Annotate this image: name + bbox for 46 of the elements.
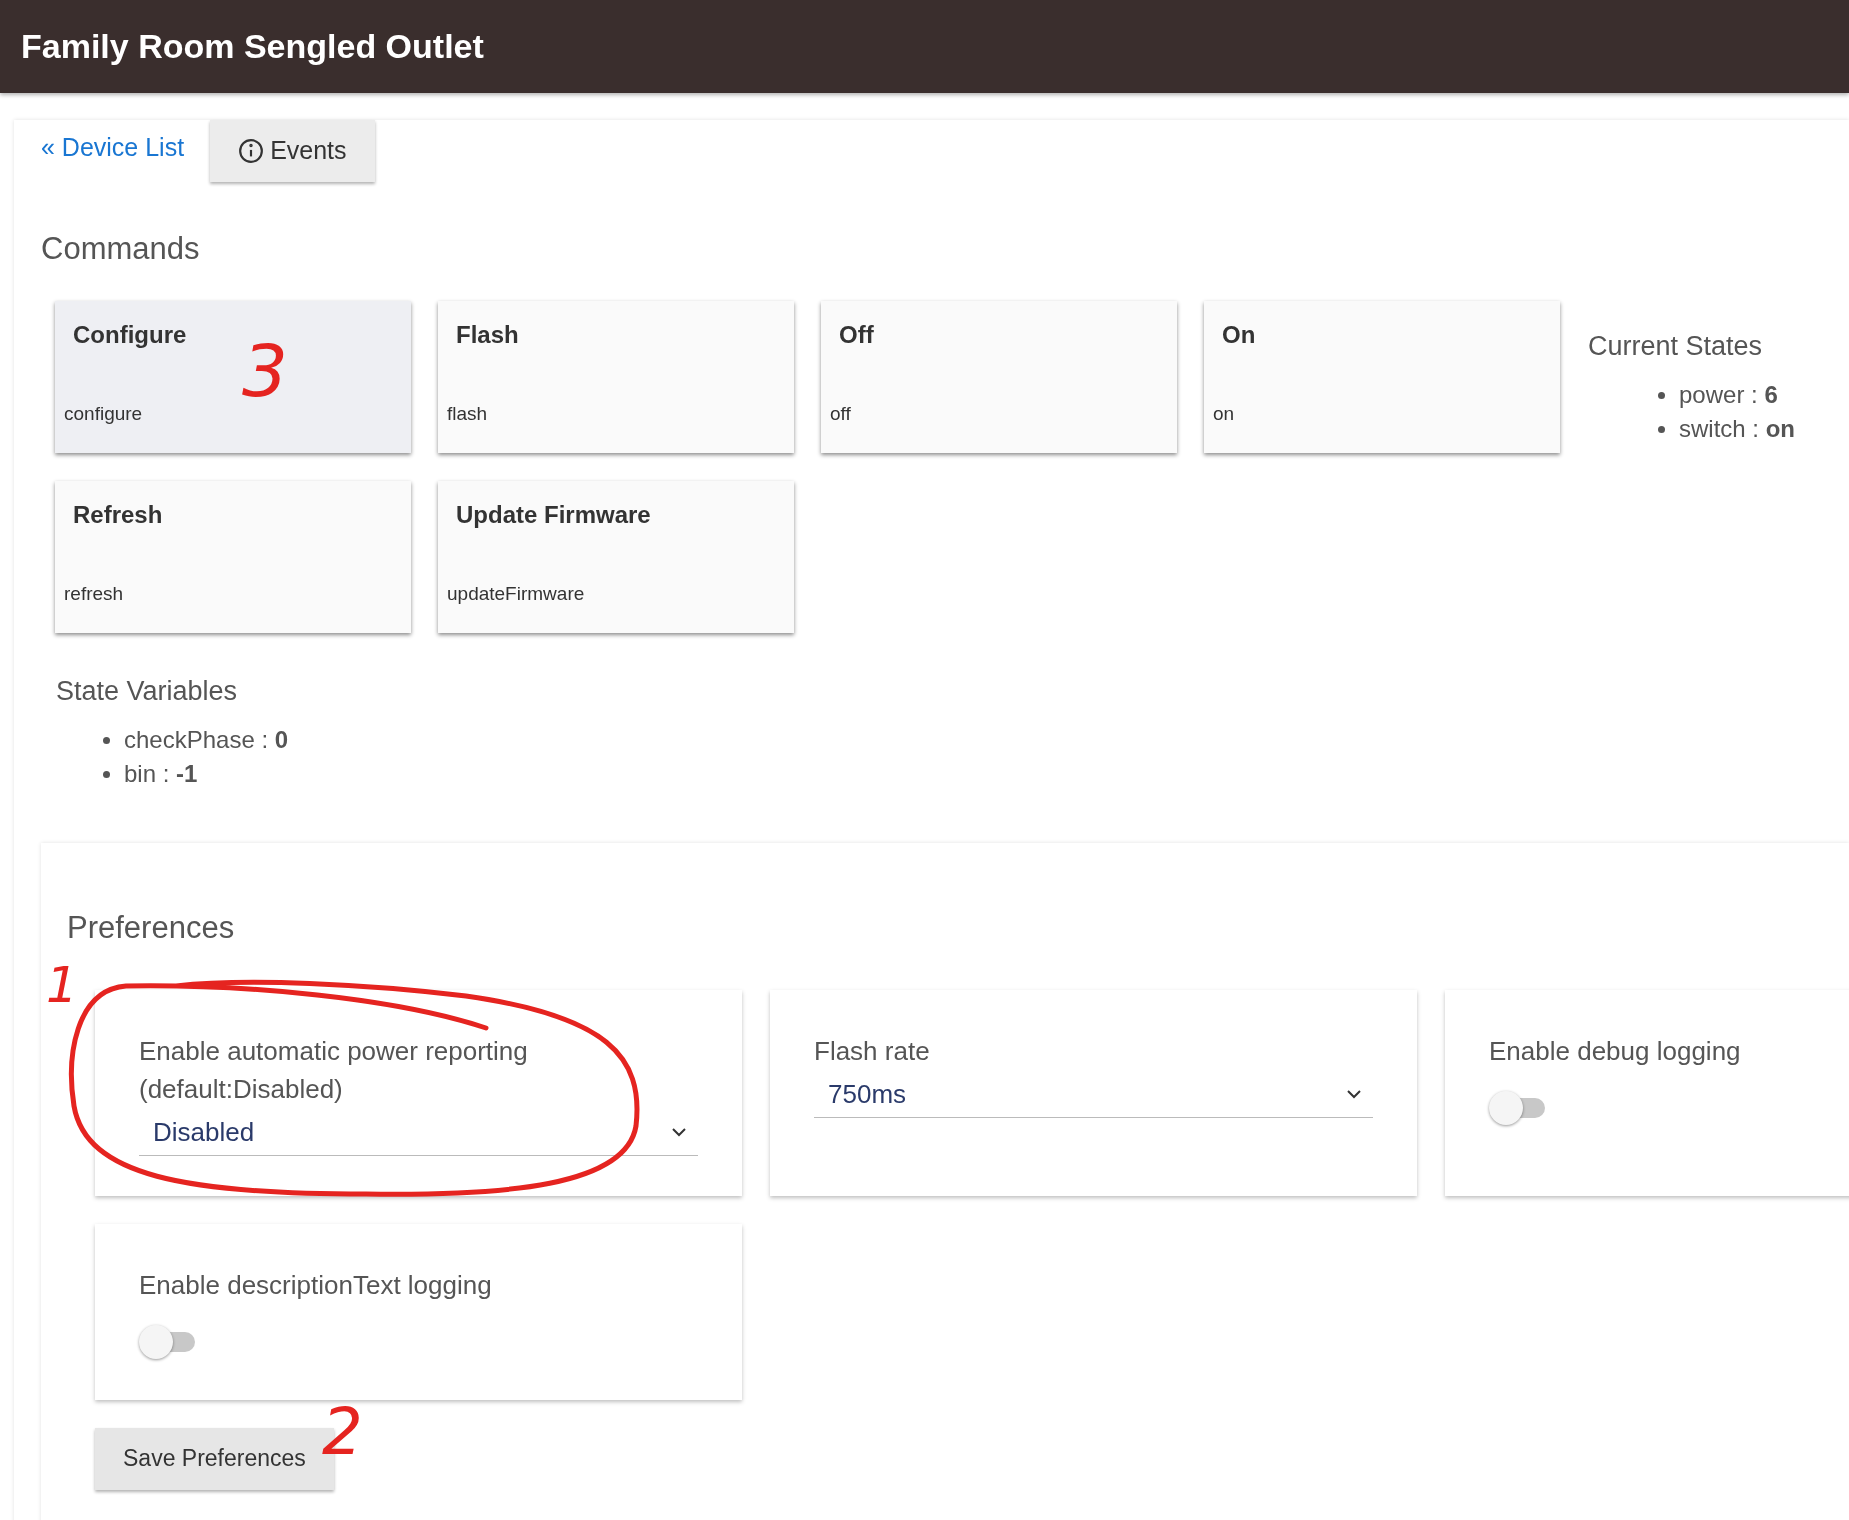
bullet-icon [1658,425,1665,433]
annotation-number: 1 [46,960,78,1010]
dropdown-value: Disabled [153,1115,255,1149]
command-name: on [1212,402,1235,426]
state-item: bin : -1 [124,759,198,789]
command-name: refresh [63,582,124,606]
bullet-icon [1658,391,1665,399]
chevron-down-icon [1345,1088,1363,1100]
bullet-icon [103,736,110,744]
command-card[interactable]: Update Firmware updateFirmware [438,480,794,633]
command-title: Refresh [73,499,163,530]
events-button[interactable]: Events [210,120,375,182]
section-heading: Commands [41,230,201,268]
command-title: Flash [456,319,519,350]
command-card[interactable]: Configure 3 configure [55,300,411,453]
preference-label: Enable debug logging [1489,1034,1742,1068]
preference-label: Flash rate [814,1034,931,1068]
command-card[interactable]: On on [1204,300,1560,453]
device-list-link[interactable]: « Device List [41,128,185,182]
state-item: switch : on [1679,414,1795,444]
command-name: off [829,402,851,426]
command-title: Update Firmware [456,499,651,530]
command-name: configure [63,402,143,426]
page-title: Family Room Sengled Outlet [21,26,484,67]
preference-label: Enable automatic power reporting (default:Disabled) [139,1034,529,1106]
section-heading: State Variables [56,674,239,708]
state-item: checkPhase : 0 [124,725,289,755]
state-item: power : 6 [1679,380,1778,410]
chevron-down-icon [670,1126,688,1138]
annotation-number: 3 [242,334,288,407]
dropdown-value: 750ms [828,1077,907,1111]
dropdown-field[interactable]: 750ms [814,1071,1373,1118]
command-card[interactable]: Off off [821,300,1177,453]
bullet-icon [103,770,110,778]
command-card[interactable]: Flash flash [438,300,794,453]
preference-label: Enable descriptionText logging [139,1268,493,1302]
dropdown-field[interactable]: Disabled [139,1109,698,1156]
command-title: Configure [73,319,187,350]
command-card[interactable]: Refresh refresh [55,480,411,633]
command-title: On [1222,319,1256,350]
section-heading: Preferences [67,909,236,947]
info-icon [238,138,265,164]
section-heading: Current States [1588,329,1764,363]
command-name: updateFirmware [446,582,585,606]
command-title: Off [839,319,874,350]
command-name: flash [446,402,488,426]
